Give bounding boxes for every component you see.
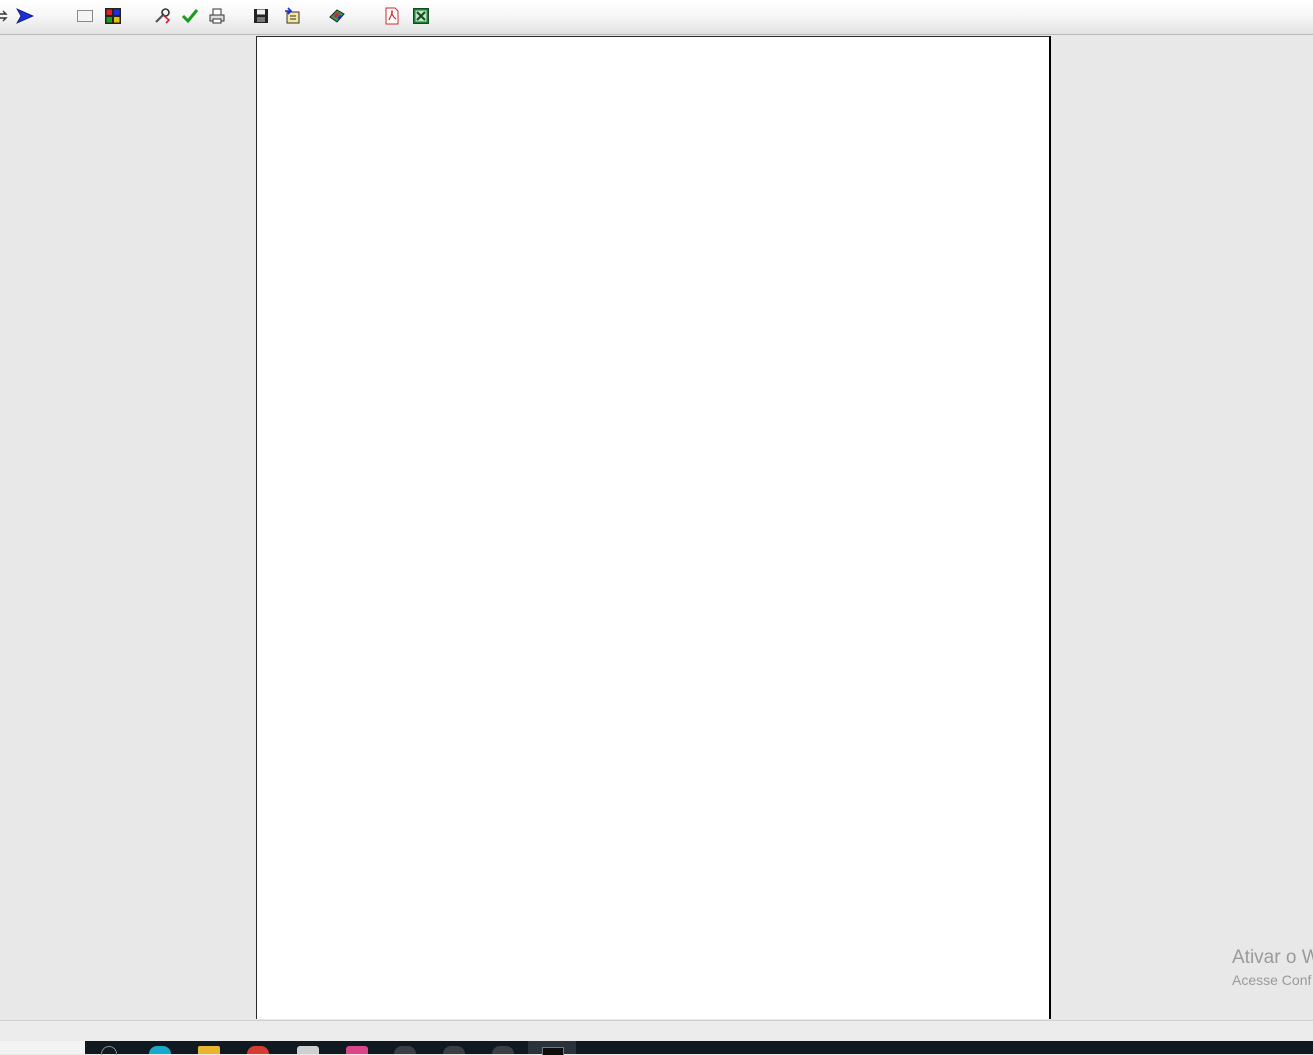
save-disk-icon[interactable] xyxy=(252,7,270,25)
export-icon[interactable] xyxy=(283,7,301,25)
toolbar xyxy=(0,0,1313,35)
taskbar-active-app[interactable] xyxy=(528,1041,576,1055)
file-explorer-icon[interactable] xyxy=(198,1046,220,1054)
open-arrow-icon[interactable] xyxy=(0,7,12,25)
edge-icon[interactable] xyxy=(149,1046,171,1054)
excel-icon[interactable] xyxy=(412,7,430,25)
tools-icon[interactable] xyxy=(153,7,171,25)
pdf-icon[interactable] xyxy=(383,7,401,25)
app-icon-5[interactable] xyxy=(492,1046,514,1054)
app-icon-3[interactable] xyxy=(394,1046,416,1054)
watermark-title: Ativar o W xyxy=(1232,947,1313,968)
multi-page-icon[interactable] xyxy=(104,7,122,25)
status-bar xyxy=(0,1020,1313,1042)
printer-icon[interactable] xyxy=(208,7,226,25)
watermark-subtitle: Acesse Conf xyxy=(1232,972,1312,988)
app-icon-2[interactable] xyxy=(346,1046,368,1054)
checkmark-icon[interactable] xyxy=(181,7,199,25)
report-page xyxy=(256,36,1051,1019)
taskbar-search-box[interactable] xyxy=(0,1041,85,1054)
app-icon-4[interactable] xyxy=(443,1046,465,1054)
blank-page-icon[interactable] xyxy=(76,7,94,25)
activation-watermark: Ativar o W Acesse Conf xyxy=(1232,946,1313,990)
send-arrow-icon[interactable] xyxy=(16,7,34,25)
taskbar xyxy=(0,1041,1313,1055)
palette-icon[interactable] xyxy=(328,7,346,25)
app-icon-1[interactable] xyxy=(297,1046,319,1054)
chrome-icon[interactable] xyxy=(247,1046,269,1054)
